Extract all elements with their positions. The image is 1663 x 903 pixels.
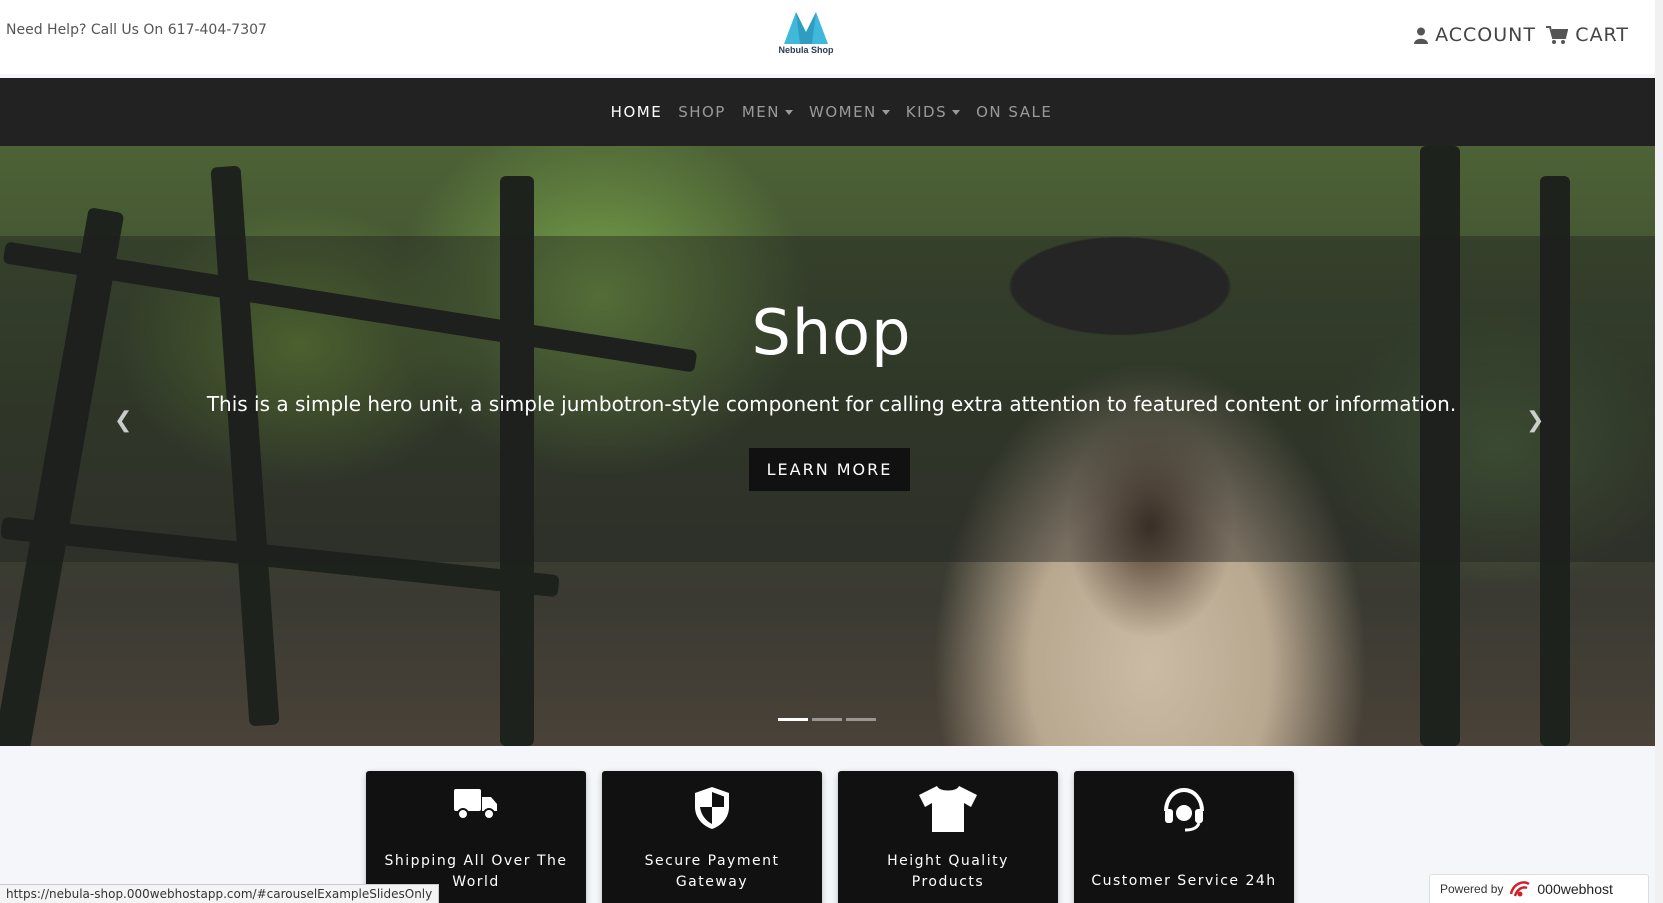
features-row: Shipping All Over The World Secure Payme… [366, 771, 1294, 903]
headset-icon [1164, 787, 1204, 832]
chevron-right-icon[interactable]: ❯ [1526, 408, 1544, 433]
feature-label: Height Quality Products [887, 853, 1009, 890]
user-icon [1414, 27, 1429, 44]
nav-men-label: MEN [741, 103, 780, 121]
nav-shop-label: SHOP [678, 103, 726, 121]
caret-down-icon [881, 109, 890, 115]
truck-icon [454, 789, 497, 820]
chevron-left-icon[interactable]: ❮ [114, 408, 132, 433]
nav-kids[interactable]: KIDS [905, 103, 961, 121]
cart-icon [1546, 25, 1569, 44]
page-scrollbar[interactable] [1655, 0, 1663, 903]
carousel-indicator[interactable] [778, 718, 808, 721]
logo-text: Nebula Shop [778, 45, 834, 55]
caret-down-icon [784, 109, 793, 115]
site-logo[interactable]: Nebula Shop [770, 10, 842, 66]
carousel-indicators [778, 718, 876, 721]
cart-link[interactable]: CART [1546, 24, 1629, 46]
hero-carousel: Shop This is a simple hero unit, a simpl… [0, 146, 1663, 746]
feature-card-quality: Height Quality Products [838, 771, 1058, 903]
main-nav: HOME SHOP MEN WOMEN KIDS ON SALE [0, 78, 1663, 146]
cart-label: CART [1575, 24, 1629, 46]
carousel-indicator[interactable] [846, 718, 876, 721]
logo-mark-icon [784, 12, 828, 44]
feature-card-payment: Secure Payment Gateway [602, 771, 822, 903]
account-label: ACCOUNT [1435, 24, 1536, 46]
learn-more-button[interactable]: LEARN MORE [749, 448, 910, 491]
powered-prefix: Powered by [1440, 882, 1504, 896]
browser-status-url: https://nebula-shop.000webhostapp.com/#c… [0, 884, 440, 903]
hero-title: Shop [751, 296, 912, 369]
nav-kids-label: KIDS [905, 103, 948, 121]
hero-text: This is a simple hero unit, a simple jum… [206, 392, 1457, 416]
webhost-logo-icon [1510, 881, 1531, 897]
feature-card-support: Customer Service 24h [1074, 771, 1294, 903]
feature-label: Secure Payment Gateway [644, 853, 780, 890]
nav-home-label: HOME [610, 103, 663, 121]
feature-label: Customer Service 24h [1091, 873, 1277, 889]
nav-women[interactable]: WOMEN [809, 103, 890, 121]
tshirt-icon [919, 786, 977, 832]
nav-on-sale[interactable]: ON SALE [976, 103, 1052, 121]
nav-men[interactable]: MEN [742, 103, 793, 121]
nav-home[interactable]: HOME [611, 103, 663, 121]
nav-on-sale-label: ON SALE [976, 103, 1053, 121]
account-link[interactable]: ACCOUNT [1414, 24, 1536, 46]
caret-down-icon [952, 109, 961, 115]
carousel-indicator[interactable] [812, 718, 842, 721]
powered-by-badge[interactable]: Powered by 000webhost [1429, 874, 1649, 903]
nav-shop[interactable]: SHOP [678, 103, 726, 121]
nav-women-label: WOMEN [808, 103, 877, 121]
help-phone-text: Need Help? Call Us On 617-404-7307 [6, 22, 267, 38]
powered-brand: 000webhost [1537, 881, 1613, 897]
top-header: Need Help? Call Us On 617-404-7307 Nebul… [0, 0, 1663, 74]
shield-icon [695, 787, 729, 829]
